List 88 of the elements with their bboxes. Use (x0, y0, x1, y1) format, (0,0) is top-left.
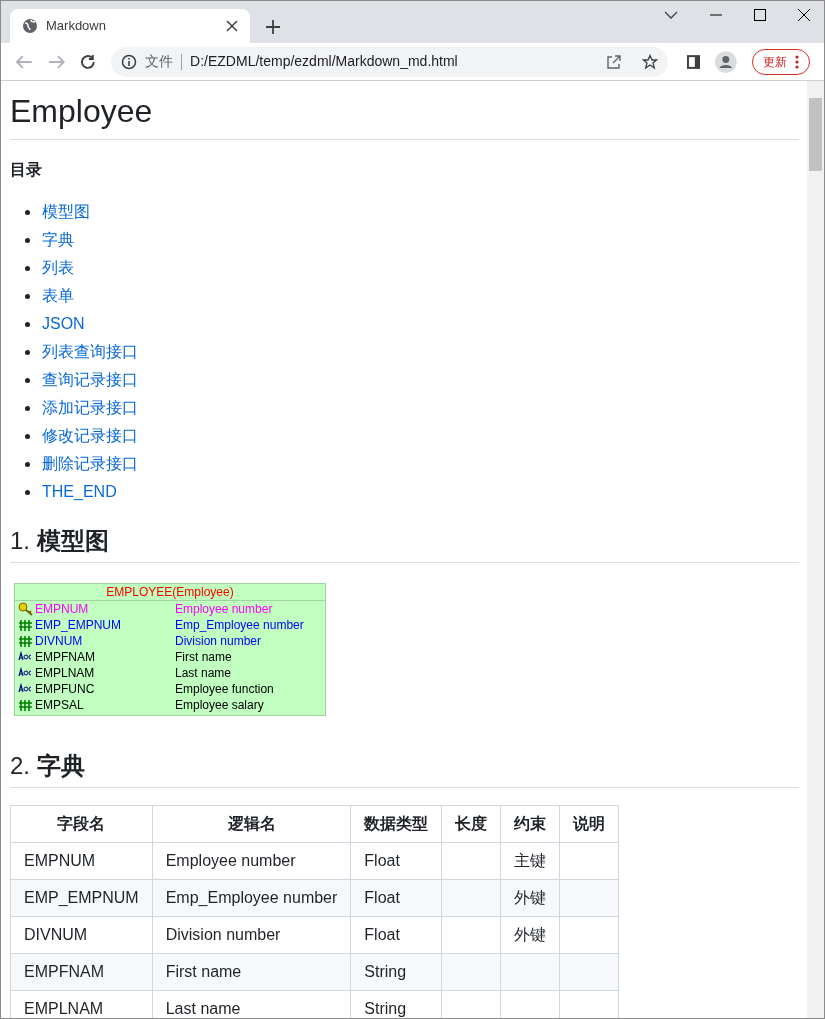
scrollbar[interactable] (807, 81, 824, 1018)
security-label: 文件 (145, 52, 174, 71)
info-icon[interactable] (121, 53, 138, 70)
bullet-icon (25, 489, 30, 495)
bullet-icon (25, 321, 30, 327)
bullet-icon (25, 405, 30, 411)
hash-icon (18, 698, 33, 712)
globe-icon (22, 18, 38, 34)
entity-title: EMPLOYEE(Employee) (15, 584, 325, 601)
table-cell: 主键 (514, 852, 547, 869)
toc-link[interactable]: 模型图 (42, 198, 90, 226)
field-name: EMPLNAM (35, 665, 96, 681)
column-header: 约束 (500, 805, 560, 843)
column-header: 字段名 (10, 805, 153, 843)
field-name: EMP_EMPNUM (35, 617, 122, 633)
toc-link[interactable]: 添加记录接口 (42, 394, 138, 422)
bullet-icon (25, 433, 30, 439)
table-cell: First name (165, 963, 242, 980)
field-label: Employee function (175, 681, 274, 697)
column-header: 逻辑名 (152, 805, 351, 843)
table-cell: Last name (165, 1000, 241, 1017)
toc-link[interactable]: THE_END (42, 478, 117, 506)
column-header: 数据类型 (350, 805, 442, 843)
bullet-icon (25, 377, 30, 383)
toc-link[interactable]: 列表 (42, 254, 74, 282)
bullet-icon (25, 209, 30, 215)
bullet-icon (25, 461, 30, 467)
more-icon[interactable] (795, 54, 799, 69)
url-text: D:/EZDML/temp/ezdml/Markdown_md.html (190, 52, 459, 71)
bullet-icon (25, 265, 30, 271)
bullet-icon (25, 349, 30, 355)
toc-link[interactable]: 字典 (42, 226, 74, 254)
maximize-icon[interactable] (754, 9, 766, 21)
table-cell: Division number (165, 926, 281, 943)
table-cell: String (364, 1000, 407, 1017)
table-cell: String (364, 963, 407, 980)
field-name: EMPFUNC (35, 681, 96, 697)
table-cell: Emp_Employee number (165, 889, 338, 906)
address-bar[interactable]: 文件 D:/EZDML/temp/ezdml/Markdown_md.html (111, 46, 668, 77)
table-cell: EMP_EMPNUM (24, 889, 139, 906)
table-cell: DIVNUM (24, 926, 88, 943)
new-tab-icon[interactable] (266, 20, 280, 34)
table-cell: Float (364, 889, 400, 906)
field-label: Division number (175, 633, 262, 649)
profile-icon[interactable] (715, 50, 737, 73)
reload-icon[interactable] (80, 53, 97, 70)
tab-title: Markdown (46, 17, 107, 36)
chevron-down-icon[interactable] (664, 10, 678, 20)
table-cell: 外键 (514, 926, 547, 943)
key-icon (18, 602, 33, 616)
toc-link[interactable]: 修改记录接口 (42, 422, 138, 450)
table-cell: Employee number (165, 852, 296, 869)
toc-link[interactable]: 表单 (42, 282, 74, 310)
field-name: EMPSAL (35, 697, 85, 713)
table-cell: EMPFNAM (24, 963, 104, 980)
close-icon[interactable] (226, 20, 238, 32)
field-name: EMPNUM (35, 601, 90, 617)
hash-icon (18, 634, 33, 648)
column-header: 说明 (559, 805, 619, 843)
section-heading: 1. 模型图 (10, 526, 799, 563)
browser-tab[interactable]: Markdown (10, 9, 250, 43)
column-header: 长度 (441, 805, 501, 843)
section-heading: 2. 字典 (10, 751, 799, 788)
side-panel-icon[interactable] (686, 54, 701, 69)
bullet-icon (25, 237, 30, 243)
field-name: DIVNUM (35, 633, 84, 649)
toc-link[interactable]: 查询记录接口 (42, 366, 138, 394)
field-label: Employee number (175, 601, 273, 617)
table-cell: Float (364, 852, 400, 869)
hash-icon (18, 618, 33, 632)
toc-link[interactable]: JSON (42, 310, 85, 338)
page-title: Employee (10, 81, 799, 140)
field-name: EMPFNAM (35, 649, 96, 665)
table-cell: EMPNUM (24, 852, 96, 869)
table-cell: EMPLNAM (24, 1000, 104, 1017)
toc-heading: 目录 (10, 160, 43, 180)
table-cell: 外键 (514, 889, 547, 906)
field-label: Emp_Employee number (175, 617, 304, 633)
bullet-icon (25, 293, 30, 299)
share-icon[interactable] (605, 53, 622, 70)
table-cell: Float (364, 926, 400, 943)
toc-link[interactable]: 删除记录接口 (42, 450, 138, 478)
field-label: Employee salary (175, 697, 264, 713)
star-icon[interactable] (641, 53, 658, 70)
toc-link[interactable]: 列表查询接口 (42, 338, 138, 366)
close-icon[interactable] (798, 9, 810, 21)
field-label: Last name (175, 665, 232, 681)
field-label: First name (175, 649, 232, 665)
